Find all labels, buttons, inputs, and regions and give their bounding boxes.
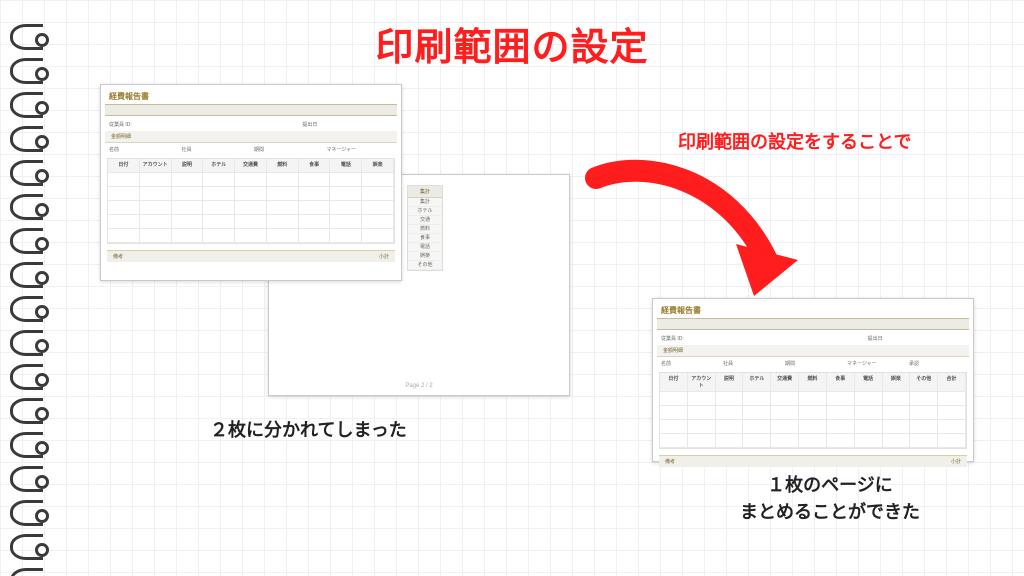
list-item: ホテル <box>408 207 442 216</box>
caption-print-area: 印刷範囲の設定をすることで <box>678 128 911 154</box>
list-item: 集計 <box>408 198 442 207</box>
table-row <box>660 392 966 406</box>
binder-ring <box>10 364 43 390</box>
binder-ring <box>10 534 43 560</box>
summary-header: 集計 <box>408 186 442 198</box>
doc-title: 経費報告書 <box>101 85 401 104</box>
doc-title: 経費報告書 <box>653 299 973 318</box>
list-item: 交通 <box>408 216 442 225</box>
doc-info-row: 名前 社員 期間 マネージャー <box>101 145 401 154</box>
binder-ring <box>10 432 43 458</box>
expense-table: 日付 アカウント 説明 ホテル 交通費 燃料 食事 電話 娯楽 <box>107 158 395 244</box>
table-row <box>660 434 966 448</box>
list-item: その他 <box>408 261 442 270</box>
binder-ring <box>10 126 43 152</box>
doc-info-row: 名前 社員 期間 マネージャー 承認 <box>653 359 973 368</box>
binder-ring <box>10 194 43 220</box>
list-item: 電話 <box>408 243 442 252</box>
table-row <box>108 173 394 187</box>
binder-ring <box>10 466 43 492</box>
caption-two-pages: ２枚に分かれてしまった <box>210 416 407 442</box>
list-item: 娯楽 <box>408 252 442 261</box>
doc-meta-row: 従業員 ID: 提出日 <box>101 120 401 129</box>
caption-one-page: １枚のページに まとめることができた <box>700 472 960 526</box>
expense-table: 日付 アカウント 説明 ホテル 交通費 燃料 食事 電話 娯楽 その他 合計 <box>659 372 967 449</box>
doc-section-purpose <box>657 318 969 330</box>
table-row <box>108 229 394 243</box>
page-number: Page 2 / 2 <box>269 383 569 389</box>
binder-ring <box>10 398 43 424</box>
table-row <box>108 187 394 201</box>
binder-ring <box>10 500 43 526</box>
binder-ring <box>10 330 43 356</box>
table-row <box>660 420 966 434</box>
doc-meta-row: 従業員 ID: 提出日 <box>653 334 973 343</box>
spiral-binder <box>10 24 54 576</box>
binder-ring <box>10 262 43 288</box>
binder-ring <box>10 568 43 576</box>
page-title: 印刷範囲の設定 <box>0 16 1024 71</box>
arrow-icon <box>586 148 816 308</box>
list-item: 燃料 <box>408 225 442 234</box>
binder-ring <box>10 92 43 118</box>
binder-ring <box>10 228 43 254</box>
print-preview-single-page: 経費報告書 従業員 ID: 提出日 金額明細 名前 社員 期間 マネージャー 承… <box>652 298 974 462</box>
print-preview-page-1: 経費報告書 従業員 ID: 提出日 金額明細 名前 社員 期間 マネージャー 日… <box>100 84 402 281</box>
doc-footer: 備考 小計 <box>659 455 967 467</box>
table-header: 日付 アカウント 説明 ホテル 交通費 燃料 食事 電話 娯楽 その他 合計 <box>660 373 966 392</box>
doc-section-detail: 金額明細 <box>657 345 969 357</box>
table-row <box>108 201 394 215</box>
list-item: 食事 <box>408 234 442 243</box>
overflow-summary-list: 集計 集計 ホテル 交通 燃料 食事 電話 娯楽 その他 <box>407 185 443 271</box>
binder-ring <box>10 160 43 186</box>
doc-section-purpose <box>105 104 397 116</box>
table-row <box>108 215 394 229</box>
doc-section-detail: 金額明細 <box>105 131 397 143</box>
table-row <box>660 406 966 420</box>
doc-footer: 備考 小計 <box>107 250 395 262</box>
table-header: 日付 アカウント 説明 ホテル 交通費 燃料 食事 電話 娯楽 <box>108 159 394 173</box>
notebook-page: 印刷範囲の設定 経費報告書 従業員 ID: 提出日 金額明細 名前 社員 期間 … <box>0 0 1024 576</box>
binder-ring <box>10 296 43 322</box>
